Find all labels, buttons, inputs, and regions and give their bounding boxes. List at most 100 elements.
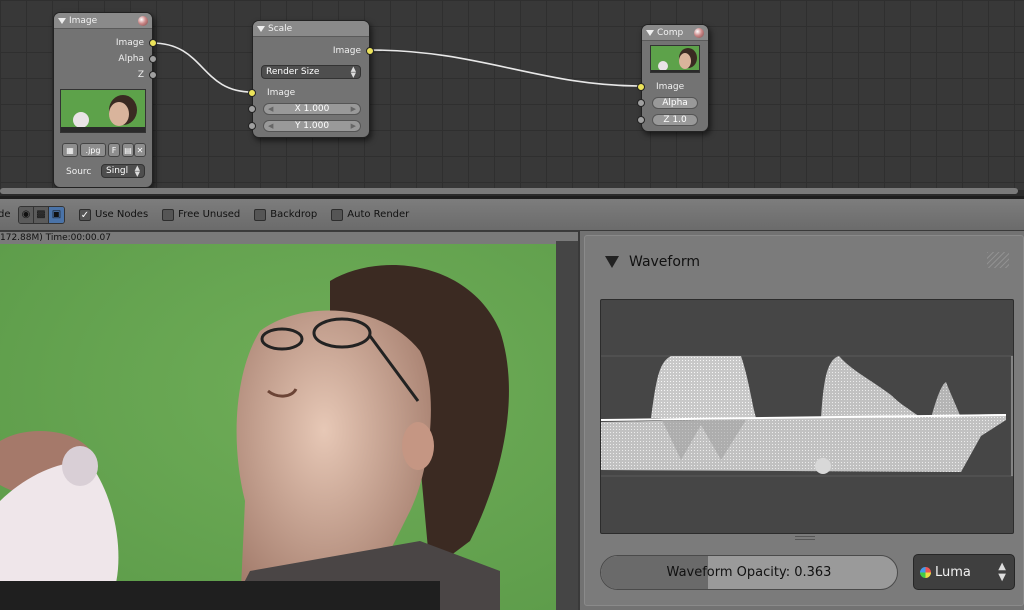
scale-node-header[interactable]: Scale — [253, 21, 369, 37]
x-value-field[interactable]: ◀ X 1.000 ▶ — [263, 103, 361, 115]
composite-input-label: Image — [656, 82, 685, 92]
z-output-socket[interactable] — [149, 71, 157, 79]
scale-node[interactable]: Scale Image Render Size ▲ ▼ Image ◀ X 1.0… — [248, 20, 374, 138]
scale-mode-select[interactable]: Render Size ▲ ▼ — [261, 65, 361, 79]
source-select[interactable]: Singl ▲ ▼ — [101, 164, 145, 178]
image-thumbnail — [60, 89, 146, 133]
scale-image-input-socket[interactable] — [248, 89, 256, 97]
decrement-arrow-icon[interactable]: ◀ — [268, 122, 273, 130]
waveform-graph — [601, 355, 1013, 477]
scale-output-socket[interactable] — [366, 47, 374, 55]
compositing-nodes-icon[interactable]: ▣ — [49, 206, 64, 223]
link-image-to-scale — [151, 42, 253, 93]
output-image-label: Image — [115, 38, 144, 48]
format-button[interactable]: .jpg — [80, 143, 106, 157]
decrement-arrow-icon[interactable]: ◀ — [268, 105, 273, 113]
composite-node[interactable]: Comp Image Alpha Z 1.0 — [637, 24, 709, 132]
image-output-socket[interactable] — [149, 39, 157, 47]
waveform-scope[interactable] — [600, 299, 1014, 534]
backdrop-checkbox[interactable]: Backdrop — [254, 208, 318, 221]
shader-nodes-icon[interactable]: ◉ — [19, 206, 34, 223]
viewer-render-image — [0, 241, 556, 610]
waveform-opacity-slider[interactable]: Waveform Opacity: 0.363 — [600, 555, 898, 590]
checkbox-box[interactable] — [162, 208, 175, 221]
image-node-header[interactable]: Image — [54, 13, 152, 29]
horizontal-scrollbar[interactable] — [0, 188, 1018, 194]
collapse-triangle-icon[interactable] — [605, 256, 619, 268]
source-label: Sourc — [66, 167, 92, 177]
updown-arrows-icon: ▲ ▼ — [134, 164, 140, 178]
mode-label: de — [0, 209, 11, 220]
waveform-title: Waveform — [629, 254, 701, 270]
scale-input-label: Image — [267, 88, 296, 98]
alpha-field[interactable]: Alpha — [652, 97, 698, 109]
composite-image-input-socket[interactable] — [637, 83, 645, 91]
waveform-opacity-label: Waveform Opacity: 0.363 — [666, 565, 832, 580]
scale-y-input-socket[interactable] — [248, 122, 256, 130]
updown-arrows-icon: ▲ ▼ — [998, 561, 1006, 583]
viewer-info-bar: 172.88M) Time:00:00.07 — [0, 232, 578, 244]
greenscreen-photo — [0, 241, 556, 610]
image-node[interactable]: Image Image Alpha Z ▦ .jpg F ▤ ✕ Sourc S… — [53, 12, 157, 188]
drag-grip-icon[interactable] — [987, 252, 1009, 268]
scale-x-input-socket[interactable] — [248, 105, 256, 113]
free-unused-checkbox[interactable]: Free Unused — [162, 208, 241, 221]
increment-arrow-icon[interactable]: ▶ — [351, 105, 356, 113]
waveform-panel: Waveform Waveform Opacity: 0.363 Luma ▲ … — [584, 235, 1024, 606]
alpha-value: Alpha — [662, 98, 688, 108]
composite-thumbnail — [650, 45, 700, 73]
unlink-x-icon[interactable]: ✕ — [134, 143, 146, 157]
fake-user-button[interactable]: F — [108, 143, 120, 157]
open-folder-icon[interactable]: ▤ — [122, 143, 134, 157]
y-value-field[interactable]: ◀ Y 1.000 ▶ — [263, 120, 361, 132]
z-field[interactable]: Z 1.0 — [652, 114, 698, 126]
increment-arrow-icon[interactable]: ▶ — [351, 122, 356, 130]
output-alpha-label: Alpha — [118, 54, 144, 64]
waveform-mode-value: Luma — [935, 564, 971, 580]
node-editor-header: de ◉ ▩ ▣ ✓ Use Nodes Free Unused Backdro… — [0, 199, 1024, 231]
node-editor[interactable]: Image Image Alpha Z ▦ .jpg F ▤ ✕ Sourc S… — [0, 0, 1024, 190]
backdrop-label: Backdrop — [270, 209, 318, 220]
scale-mode-value: Render Size — [266, 67, 320, 77]
image-viewer[interactable]: 172.88M) Time:00:00.07 — [0, 231, 578, 610]
checkbox-box[interactable] — [254, 208, 267, 221]
collapse-triangle-icon[interactable] — [646, 29, 654, 36]
composite-alpha-input-socket[interactable] — [637, 99, 645, 107]
output-z-label: Z — [137, 70, 144, 80]
collapse-triangle-icon[interactable] — [58, 17, 66, 24]
use-nodes-label: Use Nodes — [95, 209, 149, 220]
source-value: Singl — [106, 166, 129, 176]
preview-sphere-icon[interactable] — [138, 16, 148, 26]
y-value: Y 1.000 — [294, 121, 330, 131]
composite-thumbnail-graphic — [651, 46, 699, 72]
node-links — [151, 42, 642, 93]
link-scale-to-comp — [369, 49, 642, 87]
scope-resize-grip[interactable] — [795, 536, 815, 540]
alpha-output-socket[interactable] — [149, 55, 157, 63]
tree-type-buttons: ◉ ▩ ▣ — [18, 205, 65, 224]
use-nodes-checkbox[interactable]: ✓ Use Nodes — [79, 208, 149, 221]
scale-output-label: Image — [332, 46, 361, 56]
free-unused-label: Free Unused — [178, 209, 241, 220]
preview-sphere-icon[interactable] — [694, 28, 704, 38]
viewer-edge — [556, 241, 578, 610]
color-wheel-icon — [920, 566, 931, 578]
image-node-title: Image — [69, 15, 98, 26]
composite-node-title: Comp — [657, 27, 684, 38]
collapse-triangle-icon[interactable] — [257, 25, 265, 32]
scale-node-title: Scale — [268, 23, 293, 34]
waveform-panel-header[interactable]: Waveform — [605, 254, 700, 270]
scopes-panel: Waveform Waveform Opacity: 0.363 Luma ▲ … — [578, 231, 1024, 610]
auto-render-checkbox[interactable]: Auto Render — [331, 208, 410, 221]
updown-arrows-icon: ▲ ▼ — [350, 65, 356, 79]
waveform-mode-select[interactable]: Luma ▲ ▼ — [913, 554, 1015, 590]
composite-node-header[interactable]: Comp — [642, 25, 708, 41]
composite-z-input-socket[interactable] — [637, 116, 645, 124]
image-browse-icon[interactable]: ▦ — [62, 143, 78, 157]
texture-nodes-icon[interactable]: ▩ — [34, 206, 49, 223]
thumbnail-graphic — [61, 90, 145, 132]
checkbox-box[interactable] — [331, 208, 344, 221]
auto-render-label: Auto Render — [347, 209, 410, 220]
checkmark-icon[interactable]: ✓ — [79, 208, 91, 221]
z-value: Z 1.0 — [663, 115, 687, 125]
